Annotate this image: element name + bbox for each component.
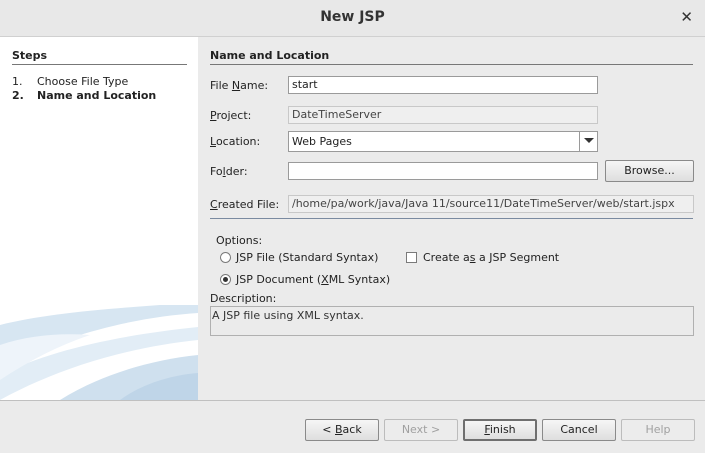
created-file-field: /home/pa/work/java/Java 11/source11/Date…: [288, 195, 694, 213]
step-name-and-location: 2. Name and Location: [12, 89, 156, 102]
jsp-segment-checkbox-label[interactable]: Create as a JSP Segment: [423, 251, 559, 264]
steps-panel: Steps 1. Choose File Type 2. Name and Loca…: [0, 37, 198, 400]
jsp-document-radio[interactable]: [220, 274, 231, 285]
name-location-panel: Name and Location File Name: start Proje…: [198, 37, 705, 400]
title-bar: New JSP ✕: [0, 0, 705, 37]
location-label: Location:: [210, 135, 261, 148]
description-label: Description:: [210, 292, 277, 305]
divider: [210, 218, 693, 219]
location-combo[interactable]: Web Pages: [288, 131, 598, 152]
options-label: Options:: [216, 234, 263, 247]
close-icon[interactable]: ✕: [680, 8, 693, 26]
jsp-file-radio-label[interactable]: JSP File (Standard Syntax): [236, 251, 378, 264]
jsp-document-radio-label[interactable]: JSP Document (XML Syntax): [236, 273, 390, 286]
chevron-down-icon[interactable]: [579, 132, 597, 151]
step-choose-file-type: 1. Choose File Type: [12, 75, 128, 88]
description-text: A JSP file using XML syntax.: [210, 306, 694, 336]
jsp-file-radio[interactable]: [220, 252, 231, 263]
folder-label: Folder:: [210, 165, 248, 178]
created-file-label: Created File:: [210, 198, 280, 211]
step-label: Name and Location: [37, 89, 157, 102]
project-label: Project:: [210, 109, 252, 122]
browse-button[interactable]: Browse...: [605, 160, 694, 182]
section-header: Name and Location: [210, 49, 693, 65]
file-name-label: File Name:: [210, 79, 269, 92]
button-bar: < Back Next > Finish Cancel Help: [0, 400, 705, 453]
back-button[interactable]: < Back: [305, 419, 379, 441]
step-number: 2.: [12, 89, 24, 102]
location-value: Web Pages: [292, 135, 352, 148]
window-title: New JSP: [320, 9, 385, 25]
step-label: Choose File Type: [37, 75, 129, 88]
jsp-segment-checkbox[interactable]: [406, 252, 417, 263]
finish-button[interactable]: Finish: [463, 419, 537, 441]
cancel-button[interactable]: Cancel: [542, 419, 616, 441]
decorative-swoosh: [0, 305, 198, 400]
step-number: 1.: [12, 75, 23, 88]
steps-header: Steps: [12, 49, 187, 65]
file-name-input[interactable]: start: [288, 76, 598, 94]
help-button[interactable]: Help: [621, 419, 695, 441]
folder-input[interactable]: [288, 162, 598, 180]
project-field: DateTimeServer: [288, 106, 598, 124]
next-button[interactable]: Next >: [384, 419, 458, 441]
